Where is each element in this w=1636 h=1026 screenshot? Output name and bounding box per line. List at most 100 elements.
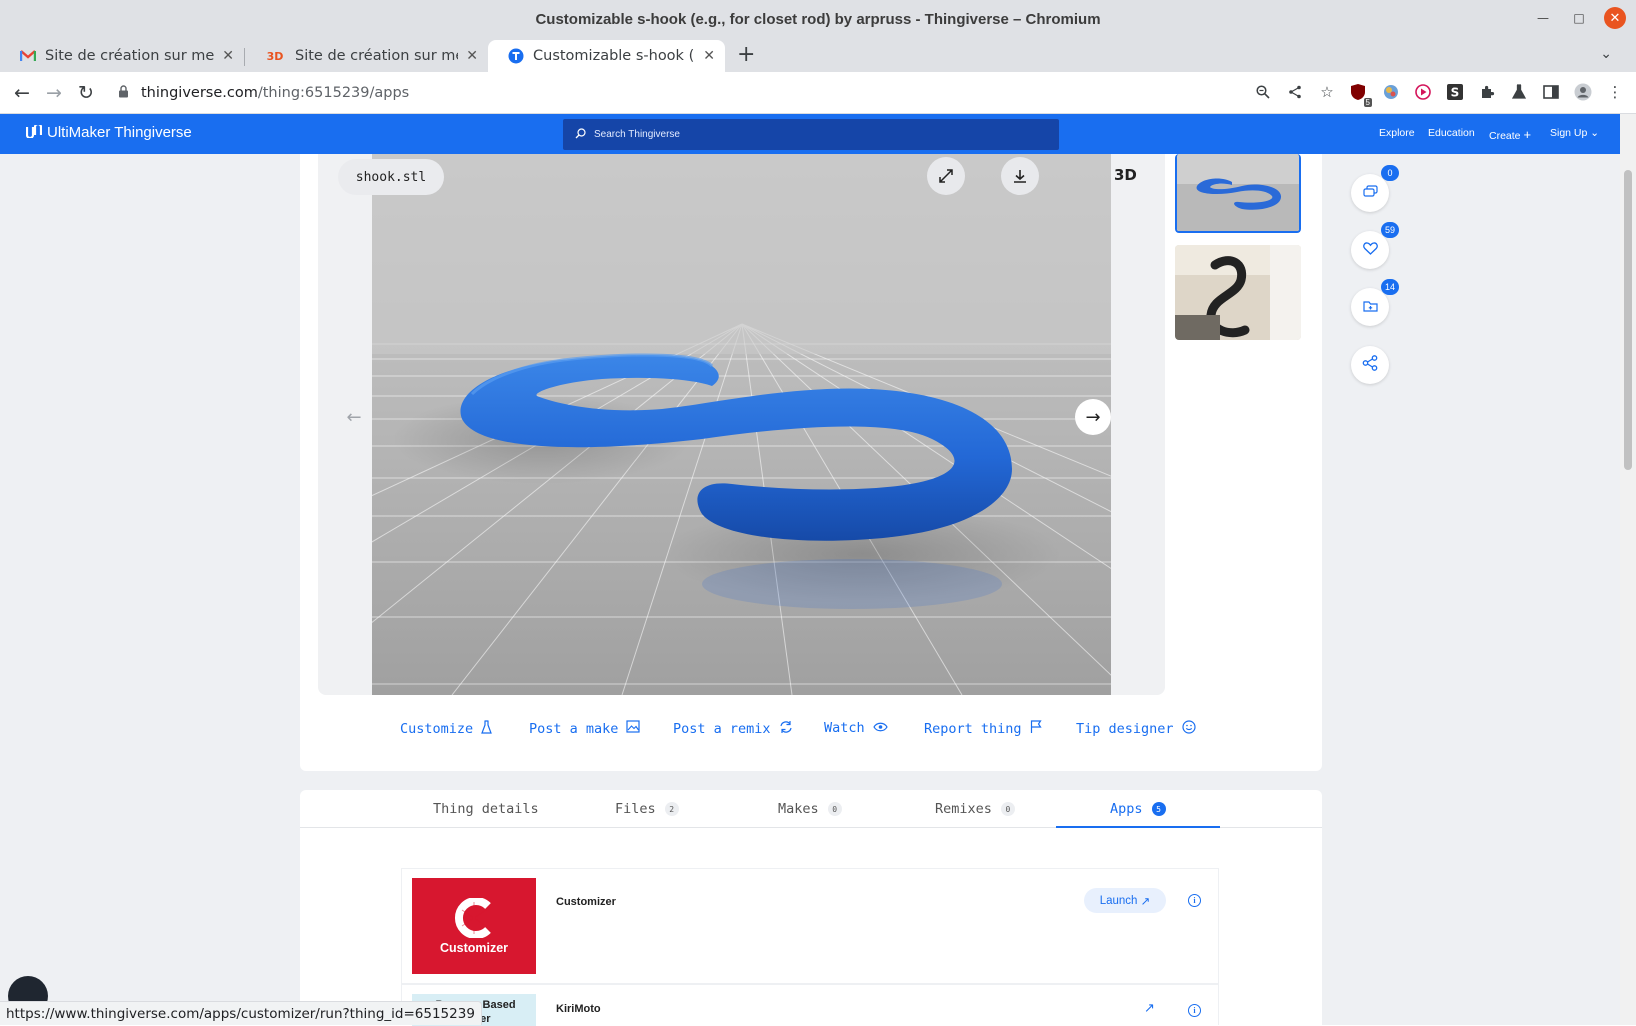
thumbnail-render[interactable] [1175, 154, 1301, 233]
external-link-icon[interactable]: ↗ [1144, 1001, 1155, 1016]
report-thing-action[interactable]: Report thing [924, 720, 1042, 738]
tab-close-icon[interactable]: ✕ [466, 48, 478, 64]
share-page-icon[interactable] [1284, 81, 1306, 103]
app-row-kirimoto: Browser Based Slicer KiriMoto ↗ i [401, 984, 1219, 1026]
collections-count: 14 [1380, 279, 1399, 295]
share-button[interactable] [1351, 346, 1389, 384]
browser-tab-label: Site de création sur mesure [45, 48, 215, 64]
forward-arrow-icon[interactable]: → [42, 81, 66, 105]
report-thing-label: Report thing [924, 721, 1022, 737]
thing-actions: Customize Post a make Post a remix Watch… [300, 720, 1322, 750]
model-render[interactable] [372, 154, 1111, 695]
svg-text:S: S [1451, 86, 1460, 100]
model-viewer[interactable]: shook.stl 3D ← → [318, 154, 1165, 695]
ublock-extension-icon[interactable]: 5 [1348, 81, 1372, 107]
tip-designer-action[interactable]: Tip designer [1076, 720, 1196, 738]
maximize-icon[interactable]: □ [1568, 7, 1590, 29]
site-logo-text: UltiMaker Thingiverse [47, 124, 192, 141]
browser-tab-2[interactable]: 3D Site de création sur mesure ✕ [244, 40, 488, 72]
collection-icon [1362, 298, 1378, 316]
tab-files-count: 2 [664, 802, 679, 816]
tab-files-label: Files [615, 801, 656, 817]
side-panel-icon[interactable] [1540, 81, 1562, 103]
search-input[interactable] [594, 129, 1034, 140]
post-a-remix-action[interactable]: Post a remix [673, 720, 793, 738]
s-extension-icon[interactable]: S [1444, 81, 1466, 103]
nav-education[interactable]: Education [1428, 127, 1475, 139]
post-a-make-action[interactable]: Post a make [529, 720, 641, 737]
play-extension-icon[interactable] [1412, 81, 1434, 103]
image-icon [626, 720, 641, 737]
back-arrow-icon[interactable]: ← [10, 81, 34, 105]
nav-explore[interactable]: Explore [1379, 127, 1415, 139]
url-host: thingiverse.com [141, 85, 258, 101]
zoom-icon[interactable] [1252, 81, 1274, 103]
customizer-logo: Customizer [412, 878, 536, 974]
info-icon[interactable]: i [1188, 894, 1201, 907]
nav-sign-up[interactable]: Sign Up ⌄ [1550, 127, 1599, 139]
fullscreen-icon[interactable] [927, 157, 965, 195]
tab-apps-count: 5 [1151, 802, 1166, 816]
post-a-remix-label: Post a remix [673, 721, 771, 737]
tab-apps-label: Apps [1110, 801, 1143, 817]
likes-count: 59 [1380, 222, 1399, 238]
previous-arrow-icon[interactable]: ← [336, 399, 372, 435]
tab-remixes-count: 0 [1000, 802, 1015, 816]
browser-tab-1[interactable]: Site de création sur mesure ✕ [0, 40, 244, 72]
tab-remixes-label: Remixes [935, 801, 992, 817]
page-scrollbar[interactable] [1620, 114, 1636, 1025]
bookmark-star-icon[interactable]: ☆ [1316, 81, 1338, 103]
customize-action[interactable]: Customize [400, 720, 493, 738]
3d-view-toggle[interactable]: 3D [1114, 166, 1137, 184]
next-arrow-icon[interactable]: → [1075, 399, 1111, 435]
puzzle-extensions-icon[interactable] [1476, 81, 1498, 103]
kebab-menu-icon[interactable]: ⋮ [1604, 81, 1626, 103]
site-header: UltiMaker Thingiverse Explore Education … [0, 114, 1620, 154]
profile-avatar-icon[interactable] [1572, 81, 1594, 103]
share-icon [1362, 355, 1378, 375]
close-window-icon[interactable]: ✕ [1604, 7, 1626, 29]
reload-icon[interactable]: ↻ [74, 81, 98, 105]
thing-tabs-card: Thing details Files 2 Makes 0 Remixes 0 App… [300, 790, 1322, 1026]
thumbnail-photo[interactable] [1175, 245, 1301, 340]
url-text[interactable]: thingiverse.com/thing:6515239/apps [141, 85, 409, 101]
like-button[interactable]: 59 [1351, 222, 1399, 269]
launch-customizer-button[interactable]: Launch ↗ [1084, 888, 1166, 913]
tab-makes[interactable]: Makes 0 [778, 801, 842, 817]
tab-apps[interactable]: Apps 5 [1110, 801, 1166, 817]
info-icon[interactable]: i [1188, 1004, 1201, 1017]
file-name-pill[interactable]: shook.stl [338, 159, 444, 195]
address-bar[interactable]: thingiverse.com/thing:6515239/apps [112, 75, 1252, 111]
app-name-kirimoto[interactable]: KiriMoto [556, 1003, 601, 1015]
browser-tab-label: Site de création sur mesure [295, 48, 458, 64]
site-search-bar[interactable] [563, 119, 1059, 150]
collect-button[interactable]: 14 [1351, 279, 1399, 326]
download-icon[interactable] [1001, 157, 1039, 195]
tab-close-icon[interactable]: ✕ [703, 48, 715, 64]
tab-files[interactable]: Files 2 [615, 801, 679, 817]
globe-extension-icon[interactable] [1380, 81, 1402, 103]
tab-thing-details[interactable]: Thing details [433, 801, 539, 817]
chevron-down-icon: ⌄ [1590, 127, 1600, 139]
browser-tab-3-active[interactable]: Customizable s-hook (e.g., for closet ro… [488, 40, 725, 72]
tab-close-icon[interactable]: ✕ [222, 48, 234, 64]
watch-label: Watch [824, 720, 865, 736]
scroll-thumb[interactable] [1624, 170, 1632, 470]
tab-makes-count: 0 [827, 802, 842, 816]
app-name-customizer[interactable]: Customizer [556, 896, 616, 908]
new-tab-icon[interactable]: + [737, 42, 755, 67]
minimize-icon[interactable]: — [1532, 7, 1554, 29]
site-logo[interactable]: UltiMaker Thingiverse [25, 122, 192, 141]
comments-button[interactable]: 0 [1351, 165, 1399, 212]
flask-labs-icon[interactable] [1508, 81, 1530, 103]
tip-designer-label: Tip designer [1076, 721, 1174, 737]
external-link-icon: ↗ [1140, 895, 1151, 908]
tab-remixes[interactable]: Remixes 0 [935, 801, 1015, 817]
tab-thing-details-label: Thing details [433, 801, 539, 817]
watch-action[interactable]: Watch [824, 720, 888, 736]
nav-create[interactable]: Create + [1489, 127, 1531, 142]
gmail-icon [20, 48, 36, 64]
customizer-logo-text: Customizer [439, 940, 509, 955]
browser-tab-label: Customizable s-hook (e.g., for closet ro… [533, 48, 695, 64]
tab-search-chevron-icon[interactable]: ⌄ [1600, 46, 1612, 62]
